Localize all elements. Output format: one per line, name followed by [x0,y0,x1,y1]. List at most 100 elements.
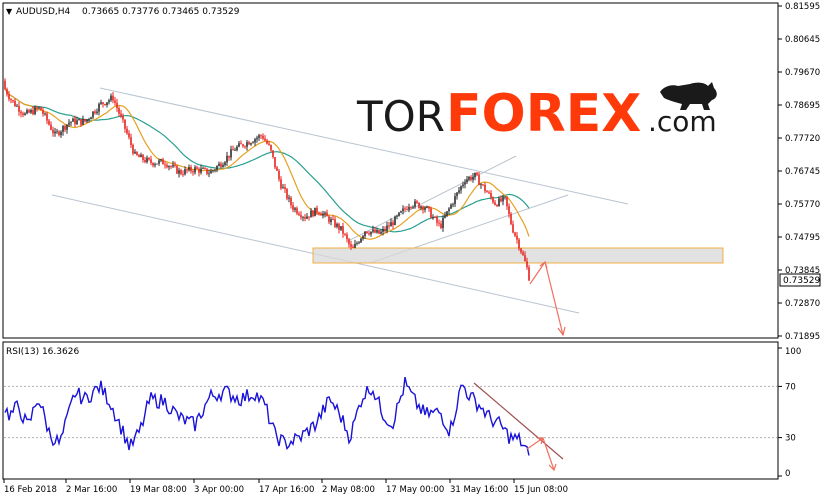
candle-bear [118,108,120,114]
candle-bear [20,111,22,114]
candle-bull [322,213,324,216]
time-tick-label: 19 Mar 08:00 [130,485,187,495]
candle-bull [390,222,392,227]
candle-bear [128,133,130,138]
candle-bull [358,242,360,244]
candle-bear [298,213,300,216]
time-tick-label: 16 Feb 2018 [4,485,57,495]
candle-bear [14,100,16,107]
candle-bear [262,135,264,139]
candle-bull [214,169,216,171]
rsi-tick-label: 70 [785,382,796,392]
candle-bear [112,95,114,101]
candle-bear [280,179,282,189]
candle-bull [468,177,470,180]
candle-bear [512,224,514,233]
candle-bull [460,186,462,191]
candle-bull [396,215,398,217]
candle-bear [232,149,234,151]
candle-bear [264,138,266,141]
candle-bull [336,223,338,227]
candle-bull [108,100,110,103]
torforex-logo: TOR FOREX .com [356,82,717,144]
candle-bull [230,149,232,158]
candle-bull [402,208,404,212]
candle-bear [436,217,438,223]
candle-bull [446,211,448,216]
candle-bear [284,187,286,190]
candle-bear [278,170,280,180]
candle-bear [116,102,118,109]
candle-bear [422,206,424,210]
candle-bear [40,107,42,111]
candle-bear [64,126,66,130]
candle-bear [52,129,54,134]
candle-bull [44,113,46,115]
candle-bear [8,94,10,100]
price-tick-label: 0.75770 [785,200,820,210]
candle-bear [410,207,412,208]
logo-brand: FOREX [446,84,641,144]
candle-bear [470,177,472,180]
candle-bear [204,168,206,170]
candle-bear [80,119,82,125]
candle-bull [154,164,156,166]
candle-bull [106,102,108,105]
candle-bear [514,232,516,236]
candle-bear [484,184,486,192]
candle-bear [18,105,20,112]
candle-bear [320,213,322,216]
candle-bear [198,168,200,173]
candle-bull [210,170,212,174]
candle-bull [254,139,256,143]
candle-bull [370,231,372,235]
candle-bear [276,167,278,171]
candle-bear [144,159,146,163]
candle-bear [522,252,524,256]
candle-bear [478,175,480,186]
candle-bull [400,211,402,213]
candle-bull [54,131,56,134]
ohlc-values: 0.73665 0.73776 0.73465 0.73529 [82,7,240,17]
candle-bear [296,208,298,214]
candle-bear [248,142,250,145]
candle-bear [240,143,242,145]
time-tick-label: 2 Mar 16:00 [66,485,117,495]
dropdown-arrow-icon[interactable]: ▼ [6,7,13,16]
candle-bear [508,206,510,214]
candle-bear [32,109,34,115]
candle-bear [126,128,128,134]
candle-bear [496,204,498,207]
time-tick-label: 3 Apr 00:00 [194,485,244,495]
candle-bear [342,226,344,234]
candle-bear [312,210,314,217]
candle-bull [208,173,210,175]
candle-bear [50,124,52,130]
candle-bear [176,165,178,174]
candle-bear [366,231,368,234]
candle-bear [392,222,394,225]
candle-bull [466,179,468,183]
candle-bull [194,167,196,173]
candle-bear [220,163,222,167]
candle-bear [174,164,176,166]
candle-bull [394,216,396,225]
candle-bull [386,225,388,231]
candle-bear [368,233,370,235]
candle-bear [518,239,520,249]
candle-bull [76,120,78,125]
candle-bull [480,184,482,186]
price-tick-label: 0.71895 [785,332,820,342]
candle-bear [492,197,494,203]
price-tick-label: 0.76745 [785,167,820,177]
price-tick-label: 0.78695 [785,101,820,111]
candle-bear [142,154,144,160]
candle-bull [62,126,64,132]
candle-bear [42,110,44,114]
candle-bear [120,113,122,116]
candle-bull [432,216,434,218]
candle-bull [306,216,308,219]
candle-bull [68,122,70,125]
support-zone [312,247,724,264]
candle-bull [294,208,296,210]
